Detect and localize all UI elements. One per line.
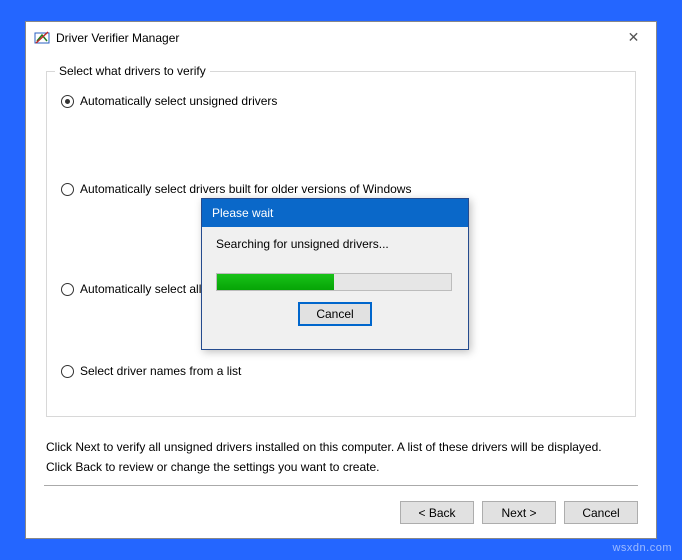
radio-older-windows[interactable]: Automatically select drivers built for o… — [61, 182, 621, 196]
dialog-cancel-button[interactable]: Cancel — [299, 303, 371, 325]
progress-fill — [217, 274, 334, 290]
hint-line: Click Next to verify all unsigned driver… — [46, 437, 636, 457]
next-button[interactable]: Next > — [482, 501, 556, 524]
dialog-titlebar: Please wait — [202, 199, 468, 227]
groupbox-title: Select what drivers to verify — [55, 64, 210, 78]
radio-label: Select driver names from a list — [80, 364, 241, 378]
radio-from-list[interactable]: Select driver names from a list — [61, 364, 621, 378]
dialog-title: Please wait — [212, 206, 273, 220]
window-title: Driver Verifier Manager — [56, 31, 179, 45]
please-wait-dialog: Please wait Searching for unsigned drive… — [201, 198, 469, 350]
radio-icon — [61, 365, 74, 378]
radio-label: Automatically select unsigned drivers — [80, 94, 277, 108]
footer-separator — [44, 485, 638, 486]
radio-icon — [61, 183, 74, 196]
hint-line: Click Back to review or change the setti… — [46, 457, 636, 477]
dialog-message: Searching for unsigned drivers... — [216, 237, 454, 251]
radio-unsigned[interactable]: Automatically select unsigned drivers — [61, 94, 621, 108]
dialog-body: Searching for unsigned drivers... Cancel — [202, 227, 468, 335]
dialog-button-row: Cancel — [216, 303, 454, 325]
hint-text: Click Next to verify all unsigned driver… — [46, 437, 636, 477]
radio-icon — [61, 283, 74, 296]
close-icon: ✕ — [628, 29, 640, 46]
titlebar: Driver Verifier Manager ✕ — [26, 22, 656, 53]
close-button[interactable]: ✕ — [611, 22, 656, 53]
watermark: wsxdn.com — [612, 542, 672, 554]
back-button[interactable]: < Back — [400, 501, 474, 524]
cancel-button[interactable]: Cancel — [564, 501, 638, 524]
radio-icon — [61, 95, 74, 108]
radio-label: Automatically select drivers built for o… — [80, 182, 411, 196]
app-icon — [34, 30, 50, 46]
progress-bar — [216, 273, 452, 291]
footer-buttons: < Back Next > Cancel — [400, 501, 638, 524]
